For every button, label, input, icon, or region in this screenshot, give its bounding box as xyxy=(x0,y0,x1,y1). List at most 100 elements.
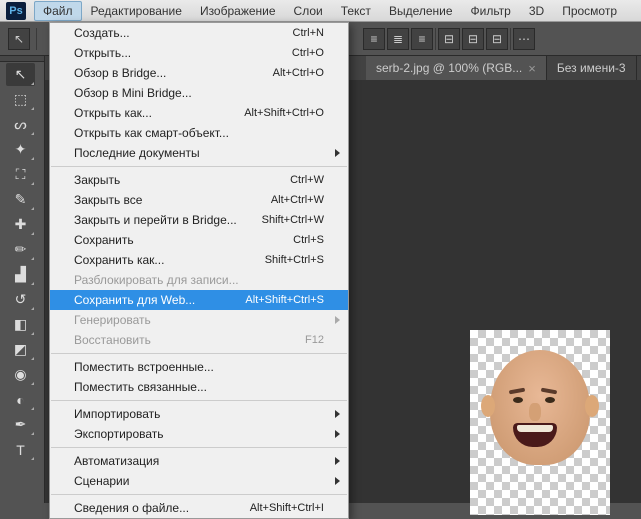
menu-item-label: Открыть как... xyxy=(74,106,244,120)
menu-item-label: Создать... xyxy=(74,26,293,40)
menu-item-label: Восстановить xyxy=(74,333,305,347)
menu-редактирование[interactable]: Редактирование xyxy=(82,1,191,21)
type-tool-icon[interactable]: T xyxy=(6,438,35,461)
menu-выделение[interactable]: Выделение xyxy=(380,1,462,21)
dodge-tool-icon[interactable]: ◐ xyxy=(6,388,35,411)
flyout-indicator-icon xyxy=(31,82,34,85)
menu-item[interactable]: Обзор в Bridge...Alt+Ctrl+O xyxy=(50,63,348,83)
menu-item-label: Генерировать xyxy=(74,313,324,327)
marquee-tool-icon[interactable]: ⬚ xyxy=(6,88,35,111)
close-icon[interactable]: × xyxy=(528,62,536,75)
flyout-indicator-icon xyxy=(31,157,34,160)
menu-item[interactable]: Открыть как смарт-объект... xyxy=(50,123,348,143)
move-tool-indicator-icon[interactable]: ↖ xyxy=(8,28,30,50)
menu-item[interactable]: Последние документы xyxy=(50,143,348,163)
align-center-icon[interactable]: ≣ xyxy=(387,28,409,50)
flyout-indicator-icon xyxy=(31,382,34,385)
menu-item[interactable]: Поместить встроенные... xyxy=(50,357,348,377)
distribute-top-icon[interactable]: ⊟ xyxy=(438,28,460,50)
menu-item-shortcut: Ctrl+O xyxy=(292,47,324,59)
divider xyxy=(36,28,37,50)
flyout-indicator-icon xyxy=(31,132,34,135)
menu-item[interactable]: Экспортировать xyxy=(50,424,348,444)
lasso-tool-icon[interactable]: ᔕ xyxy=(6,113,35,136)
move-tool-icon[interactable]: ↖ xyxy=(6,63,35,86)
menu-текст[interactable]: Текст xyxy=(332,1,380,21)
flyout-indicator-icon xyxy=(31,332,34,335)
menu-просмотр[interactable]: Просмотр xyxy=(553,1,626,21)
menu-item-label: Сохранить как... xyxy=(74,253,265,267)
menu-файл[interactable]: Файл xyxy=(34,1,82,21)
eyedropper-tool-icon[interactable]: ✎ xyxy=(6,188,35,211)
menu-item[interactable]: Сохранить для Web...Alt+Shift+Ctrl+S xyxy=(50,290,348,310)
menu-item[interactable]: Сценарии xyxy=(50,471,348,491)
align-right-icon[interactable]: ≡ xyxy=(411,28,433,50)
divider xyxy=(510,28,511,50)
tab-label: Без имени-3 xyxy=(557,61,626,75)
menu-item-label: Обзор в Bridge... xyxy=(74,66,273,80)
menu-item[interactable]: Открыть...Ctrl+O xyxy=(50,43,348,63)
align-left-icon[interactable]: ≡ xyxy=(363,28,385,50)
menu-изображение[interactable]: Изображение xyxy=(191,1,285,21)
distribute-middle-icon[interactable]: ⊟ xyxy=(462,28,484,50)
flyout-indicator-icon xyxy=(31,457,34,460)
divider xyxy=(435,28,436,50)
menu-item-label: Сведения о файле... xyxy=(74,501,250,515)
menu-item-label: Открыть как смарт-объект... xyxy=(74,126,324,140)
menu-item[interactable]: Импортировать xyxy=(50,404,348,424)
image-content xyxy=(485,345,595,475)
menu-item[interactable]: Открыть как...Alt+Shift+Ctrl+O xyxy=(50,103,348,123)
gradient-tool-icon[interactable]: ◩ xyxy=(6,338,35,361)
menu-item-shortcut: Alt+Shift+Ctrl+O xyxy=(244,107,324,119)
document-tab[interactable]: Без имени-3 xyxy=(547,56,637,80)
menu-item-shortcut: Alt+Shift+Ctrl+I xyxy=(250,502,324,514)
menu-item[interactable]: Закрыть и перейти в Bridge...Shift+Ctrl+… xyxy=(50,210,348,230)
stamp-tool-icon[interactable]: ▟ xyxy=(6,263,35,286)
menu-item-label: Поместить встроенные... xyxy=(74,360,324,374)
flyout-indicator-icon xyxy=(31,282,34,285)
tab-label: serb-2.jpg @ 100% (RGB... xyxy=(376,61,522,75)
document-image[interactable] xyxy=(470,330,610,515)
history-brush-tool-icon[interactable]: ↺ xyxy=(6,288,35,311)
more-options-icon[interactable]: ⋯ xyxy=(513,28,535,50)
menu-item[interactable]: Закрыть всеAlt+Ctrl+W xyxy=(50,190,348,210)
menu-item-label: Закрыть все xyxy=(74,193,271,207)
menu-item-label: Закрыть xyxy=(74,173,290,187)
menu-item-label: Разблокировать для записи... xyxy=(74,273,324,287)
flyout-indicator-icon xyxy=(31,257,34,260)
document-tab[interactable]: serb-2.jpg @ 100% (RGB... × xyxy=(366,56,547,80)
crop-tool-icon[interactable]: ⛶ xyxy=(6,163,35,186)
menu-item[interactable]: ЗакрытьCtrl+W xyxy=(50,170,348,190)
menu-item[interactable]: Обзор в Mini Bridge... xyxy=(50,83,348,103)
menu-separator xyxy=(51,400,347,401)
menu-item[interactable]: СохранитьCtrl+S xyxy=(50,230,348,250)
brush-tool-icon[interactable]: ✏ xyxy=(6,238,35,261)
distribute-bottom-icon[interactable]: ⊟ xyxy=(486,28,508,50)
pen-tool-icon[interactable]: ✒ xyxy=(6,413,35,436)
menu-item[interactable]: Сохранить как...Shift+Ctrl+S xyxy=(50,250,348,270)
menu-item-shortcut: Shift+Ctrl+W xyxy=(262,214,324,226)
menu-item-shortcut: Ctrl+W xyxy=(290,174,324,186)
toolbox: ↖⬚ᔕ✦⛶✎✚✏▟↺◧◩◉◐✒T xyxy=(0,56,45,503)
menu-separator xyxy=(51,166,347,167)
flyout-indicator-icon xyxy=(31,107,34,110)
menu-item-shortcut: Shift+Ctrl+S xyxy=(265,254,324,266)
menu-3d[interactable]: 3D xyxy=(520,1,553,21)
menu-item[interactable]: Сведения о файле...Alt+Shift+Ctrl+I xyxy=(50,498,348,518)
eraser-tool-icon[interactable]: ◧ xyxy=(6,313,35,336)
menu-item[interactable]: Создать...Ctrl+N xyxy=(50,23,348,43)
flyout-indicator-icon xyxy=(31,407,34,410)
menu-item[interactable]: Поместить связанные... xyxy=(50,377,348,397)
healing-tool-icon[interactable]: ✚ xyxy=(6,213,35,236)
menu-item-label: Открыть... xyxy=(74,46,292,60)
menu-item-shortcut: Alt+Shift+Ctrl+S xyxy=(245,294,324,306)
menu-item[interactable]: Автоматизация xyxy=(50,451,348,471)
menu-item: Генерировать xyxy=(50,310,348,330)
menu-item-label: Сохранить для Web... xyxy=(74,293,245,307)
menu-item-label: Поместить связанные... xyxy=(74,380,324,394)
menu-фильтр[interactable]: Фильтр xyxy=(462,1,520,21)
submenu-arrow-icon xyxy=(335,410,340,418)
magic-wand-tool-icon[interactable]: ✦ xyxy=(6,138,35,161)
blur-tool-icon[interactable]: ◉ xyxy=(6,363,35,386)
menu-слои[interactable]: Слои xyxy=(285,1,332,21)
